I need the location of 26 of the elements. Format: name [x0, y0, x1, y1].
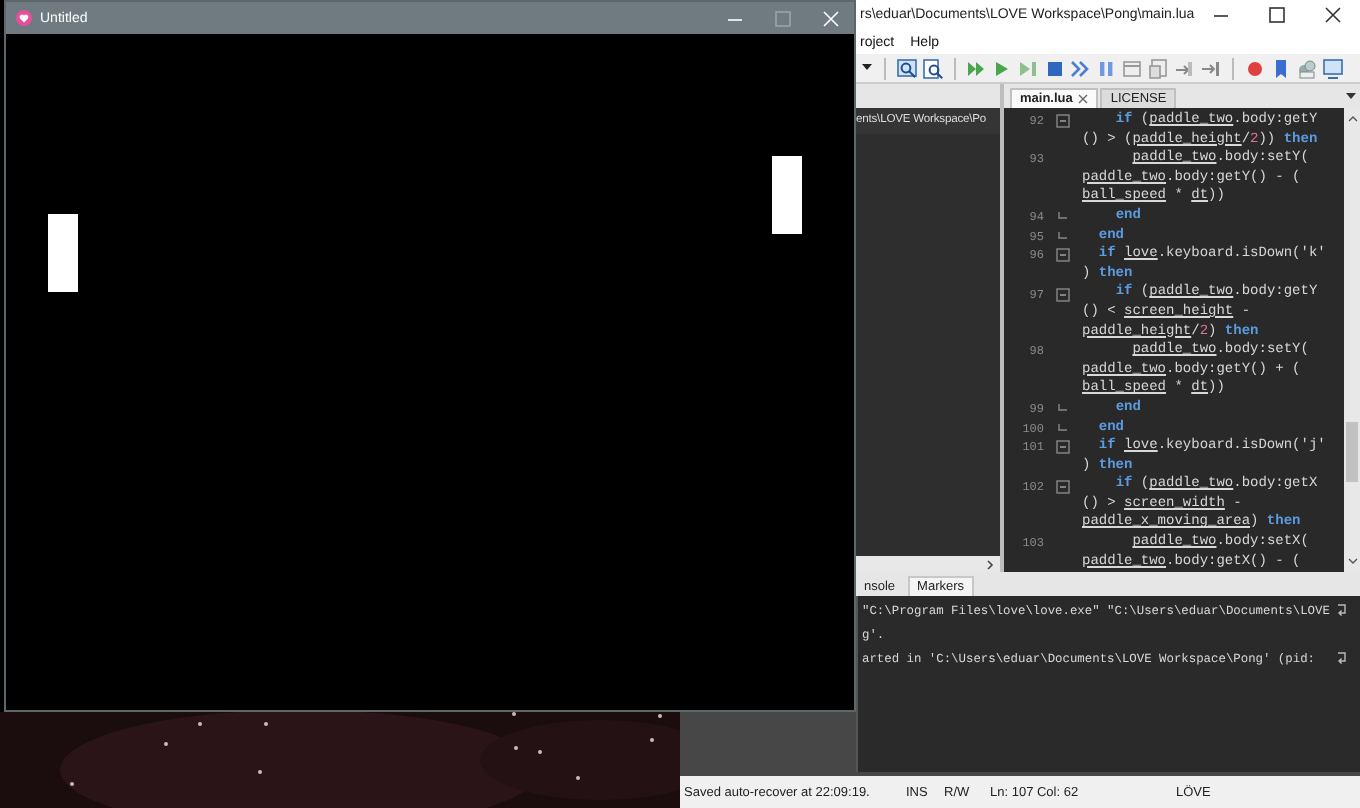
window-icon[interactable] [1122, 57, 1144, 79]
scroll-thumb[interactable] [1346, 422, 1358, 482]
caret-icon[interactable] [1346, 92, 1356, 100]
collapse-icon[interactable] [1056, 479, 1070, 494]
paddle [772, 156, 802, 234]
collapse-icon[interactable] [1056, 114, 1070, 129]
heart-icon [16, 10, 32, 26]
monitor-icon[interactable] [1322, 57, 1344, 79]
stack-icon[interactable] [1296, 57, 1318, 79]
collapse-icon[interactable] [1056, 248, 1070, 263]
arrow-icon[interactable] [1174, 57, 1196, 79]
collapse-icon[interactable] [1056, 287, 1070, 302]
close-icon[interactable] [1323, 6, 1342, 24]
scrollbar[interactable] [856, 556, 1000, 572]
document-search-icon[interactable] [922, 57, 944, 79]
close-icon[interactable] [1078, 94, 1089, 104]
arrow-icon[interactable] [1200, 57, 1222, 79]
window-icon[interactable] [1148, 57, 1170, 79]
paddle [48, 214, 78, 292]
maximize-icon[interactable] [1268, 6, 1287, 24]
search-icon[interactable] [896, 57, 918, 79]
double-chevron-icon[interactable] [1070, 57, 1092, 79]
dot-icon[interactable] [1244, 57, 1266, 79]
stop-icon[interactable] [1044, 57, 1066, 79]
collapse-icon[interactable] [1056, 440, 1070, 455]
pause-icon[interactable] [1096, 57, 1118, 79]
